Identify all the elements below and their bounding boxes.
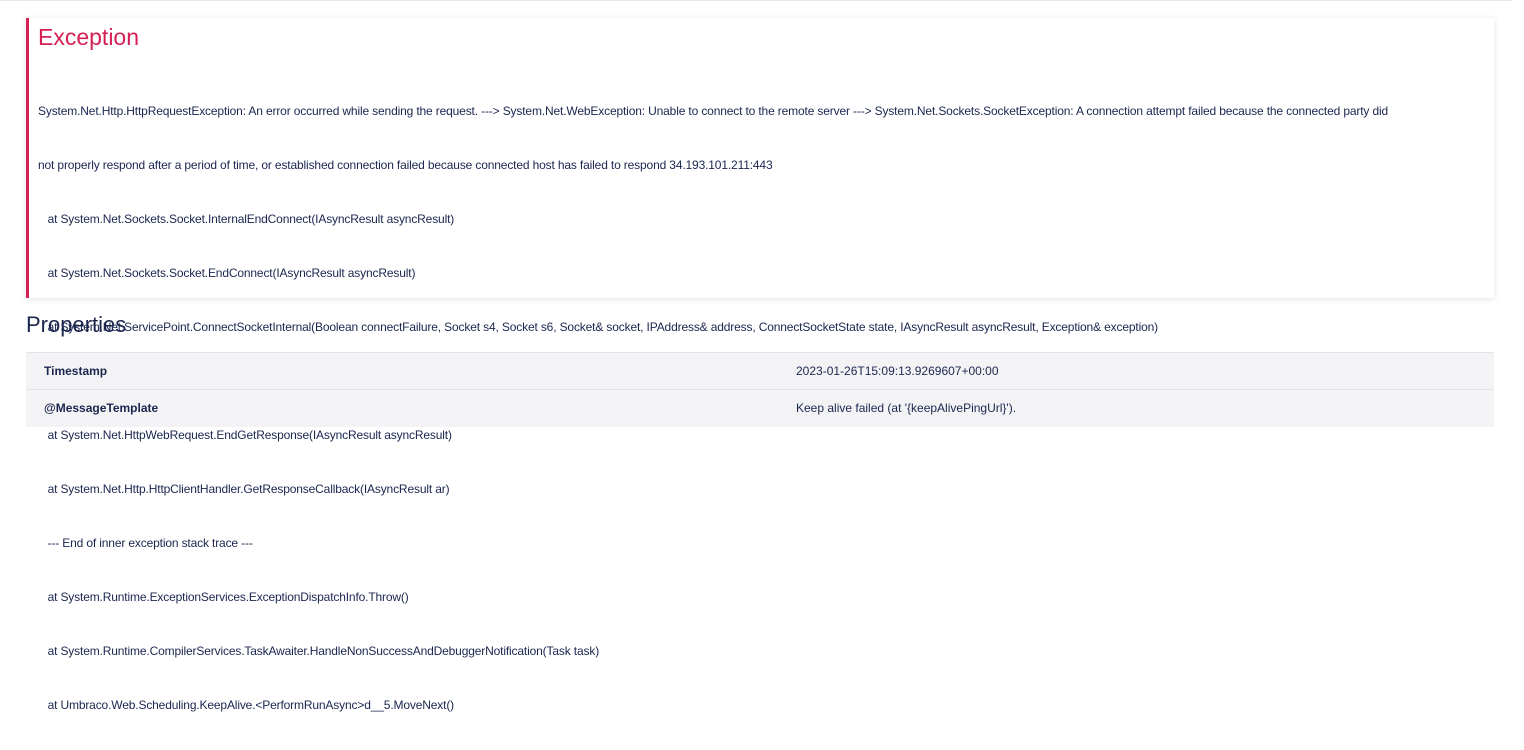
stack-frame: at System.Runtime.CompilerServices.TaskA…	[38, 644, 600, 658]
exception-line: not properly respond after a period of t…	[38, 158, 773, 172]
stack-frame: at System.Net.Http.HttpClientHandler.Get…	[38, 482, 450, 496]
property-key: Timestamp	[44, 364, 108, 378]
property-value: Keep alive failed (at '{keepAlivePingUrl…	[796, 401, 1017, 416]
table-row: Timestamp 2023-01-26T15:09:13.9269607+00…	[26, 352, 1494, 390]
exception-title: Exception	[38, 24, 140, 50]
stack-frame: at System.Net.HttpWebRequest.EndGetRespo…	[38, 428, 452, 442]
table-row: @MessageTemplate Keep alive failed (at '…	[26, 389, 1494, 427]
stack-frame: at System.Net.ServicePoint.ConnectSocket…	[38, 320, 1159, 334]
stack-separator: --- End of inner exception stack trace -…	[38, 536, 253, 550]
properties-title: Properties	[26, 312, 127, 337]
stack-frame: at Umbraco.Web.Scheduling.KeepAlive.<Per…	[38, 698, 455, 712]
property-key: @MessageTemplate	[44, 401, 159, 416]
property-value: 2023-01-26T15:09:13.9269607+00:00	[796, 364, 999, 378]
exception-line: System.Net.Http.HttpRequestException: An…	[38, 104, 1389, 118]
stack-frame: at System.Net.Sockets.Socket.EndConnect(…	[38, 266, 416, 280]
stack-frame: at System.Net.Sockets.Socket.InternalEnd…	[38, 212, 455, 226]
properties-table: Timestamp 2023-01-26T15:09:13.9269607+00…	[26, 352, 1494, 427]
top-divider	[0, 0, 1512, 1]
stack-frame: at System.Runtime.ExceptionServices.Exce…	[38, 590, 409, 604]
exception-panel: Exception System.Net.Http.HttpRequestExc…	[26, 18, 1494, 712]
